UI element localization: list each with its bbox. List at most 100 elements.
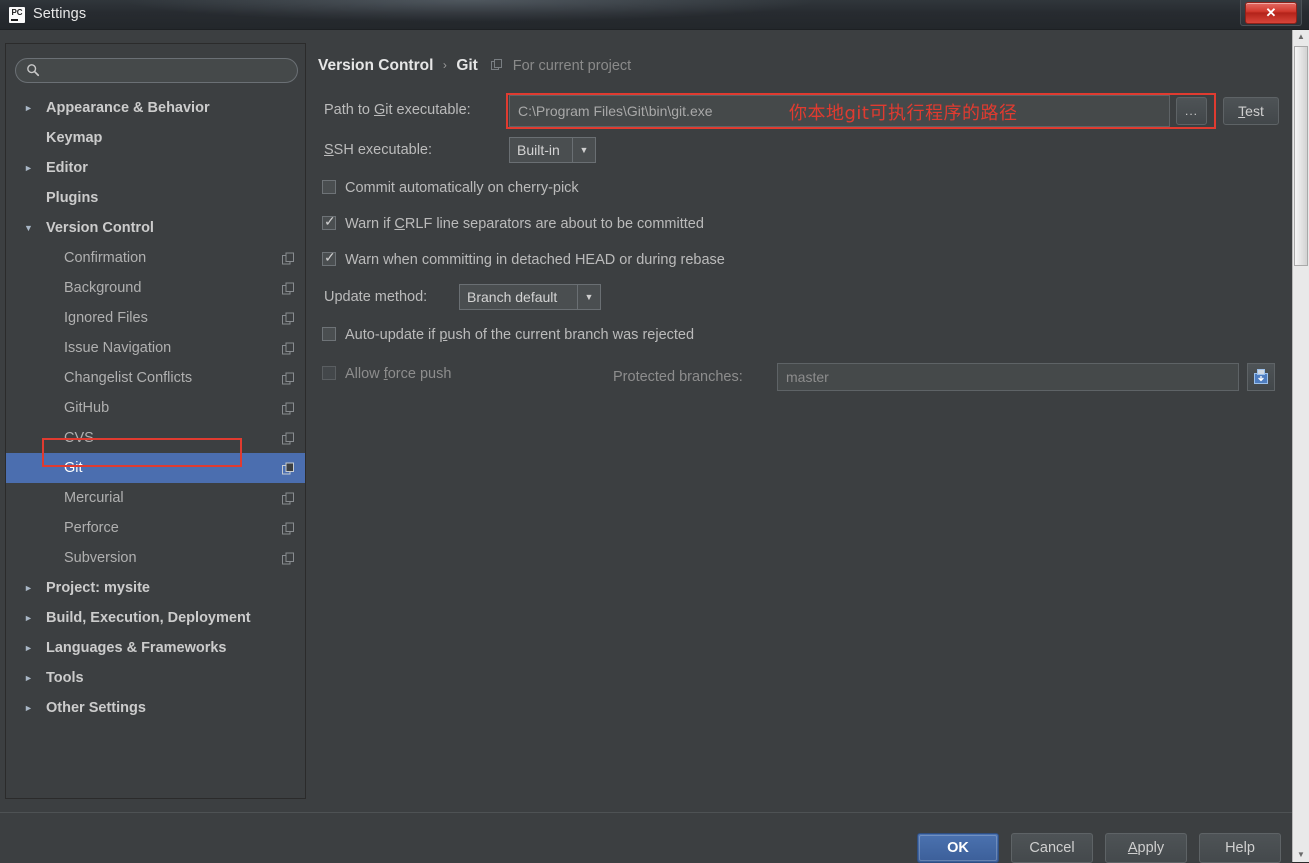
sidebar-item-other-settings[interactable]: ► Other Settings [6,693,305,723]
sidebar-item-languages-frameworks[interactable]: ► Languages & Frameworks [6,633,305,663]
chevron-right-icon[interactable]: ► [24,663,36,693]
auto-update-checkbox-row[interactable]: Auto-update if push of the current branc… [312,324,1012,346]
sidebar-item-project-mysite[interactable]: ► Project: mysite [6,573,305,603]
project-scope-icon [282,282,294,295]
sidebar-item-label: Build, Execution, Deployment [46,610,251,626]
cherry-pick-checkbox[interactable] [322,180,336,194]
search-icon [27,64,40,77]
expand-editor-icon[interactable] [1247,363,1275,391]
sidebar-item-issue-navigation[interactable]: Issue Navigation [6,333,305,363]
settings-sidebar: ► Appearance & Behavior Keymap ► Editor Plugi… [5,43,306,799]
sidebar-item-appearance-behavior[interactable]: ► Appearance & Behavior [6,93,305,123]
close-icon[interactable]: ✕ [1245,2,1297,24]
chevron-right-icon[interactable]: ► [24,93,36,123]
sidebar-item-label: CVS [64,430,94,446]
sidebar-item-label: Project: mysite [46,580,150,596]
title-bar: PC Settings ✕ [0,0,1309,30]
sidebar-item-cvs[interactable]: CVS [6,423,305,453]
browse-path-button[interactable]: ... [1176,97,1207,125]
sidebar-item-label: Plugins [46,190,99,206]
chevron-right-icon[interactable]: ► [24,633,36,663]
scroll-up-arrow[interactable]: ▲ [1294,30,1308,44]
chevron-down-icon[interactable]: ▼ [577,285,600,309]
sidebar-item-label: Mercurial [64,490,124,506]
sidebar-item-editor[interactable]: ► Editor [6,153,305,183]
sidebar-item-ignored-files[interactable]: Ignored Files [6,303,305,333]
breadcrumb: Version Control › Git For current projec… [318,57,631,79]
cherry-pick-checkbox-row[interactable]: Commit automatically on cherry-pick [312,177,912,199]
sidebar-item-version-control[interactable]: ▼ Version Control [6,213,305,243]
ssh-label: SSH executable: [324,142,433,158]
sidebar-item-label: Issue Navigation [64,340,172,356]
project-scope-icon [282,402,294,415]
detached-head-checkbox-row[interactable]: ✓ Warn when committing in detached HEAD … [312,249,1012,271]
breadcrumb-root[interactable]: Version Control [318,57,433,74]
project-scope-icon [282,252,294,265]
chevron-right-icon[interactable]: ► [24,153,36,183]
scrollbar-thumb[interactable] [1294,46,1308,266]
sidebar-item-changelist-conflicts[interactable]: Changelist Conflicts [6,363,305,393]
crlf-checkbox-row[interactable]: ✓ Warn if CRLF line separators are about… [312,213,1012,235]
settings-tree[interactable]: ► Appearance & Behavior Keymap ► Editor Plugi… [6,93,305,798]
detached-head-label: Warn when committing in detached HEAD or… [345,252,725,268]
project-scope-icon [282,372,294,385]
sidebar-item-label: Other Settings [46,700,146,716]
update-method-combo[interactable]: Branch default ▼ [459,284,601,310]
project-scope-icon [282,312,294,325]
sidebar-item-github[interactable]: GitHub [6,393,305,423]
annotation-path-note: 你本地git可执行程序的路径 [789,103,1018,124]
project-scope-icon [282,552,294,565]
crlf-checkbox[interactable]: ✓ [322,214,336,230]
sidebar-item-label: Tools [46,670,84,686]
force-push-row: Allow force push Protected branches: mas… [312,360,1284,391]
sidebar-item-label: Subversion [64,550,137,566]
detached-head-checkbox[interactable]: ✓ [322,250,336,266]
window-scrollbar[interactable]: ▲ ▼ [1292,30,1309,862]
project-scope-icon [282,432,294,445]
allow-force-push-checkbox[interactable] [322,366,336,380]
sidebar-item-tools[interactable]: ► Tools [6,663,305,693]
sidebar-item-label: Version Control [46,220,154,236]
search-box-wrapper [15,58,298,83]
help-button[interactable]: Help [1199,833,1281,863]
apply-button[interactable]: Apply [1105,833,1187,863]
chevron-down-icon[interactable]: ▼ [572,138,595,162]
protected-branches-label: Protected branches: [613,369,743,385]
sidebar-item-label: Git [64,460,83,476]
chevron-down-icon[interactable]: ▼ [24,213,36,243]
ssh-row: SSH executable: Built-in ▼ [312,136,912,166]
sidebar-item-build-execution-deployment[interactable]: ► Build, Execution, Deployment [6,603,305,633]
ssh-executable-combo[interactable]: Built-in ▼ [509,137,596,163]
sidebar-item-background[interactable]: Background [6,273,305,303]
title-bar-glow [120,0,820,22]
sidebar-item-label: Keymap [46,130,103,146]
chevron-right-icon[interactable]: ► [24,693,36,723]
test-git-button[interactable]: Test [1223,97,1279,125]
auto-update-checkbox[interactable] [322,327,336,341]
sidebar-item-plugins[interactable]: Plugins [6,183,305,213]
sidebar-item-keymap[interactable]: Keymap [6,123,305,153]
sidebar-item-git[interactable]: Git [6,453,305,483]
project-scope-icon [282,342,294,355]
project-scope-icon [282,492,294,505]
chevron-right-icon[interactable]: ► [24,573,36,603]
settings-detail-panel: Version Control › Git For current projec… [312,43,1284,799]
sidebar-item-perforce[interactable]: Perforce [6,513,305,543]
sidebar-item-label: GitHub [64,400,110,416]
ssh-executable-value: Built-in [517,142,560,158]
cancel-button[interactable]: Cancel [1011,833,1093,863]
sidebar-item-mercurial[interactable]: Mercurial [6,483,305,513]
protected-branches-input[interactable]: master [777,363,1239,391]
auto-update-label: Auto-update if push of the current branc… [345,327,695,343]
dialog-content: ► Appearance & Behavior Keymap ► Editor Plugi… [0,30,1292,863]
scroll-down-arrow[interactable]: ▼ [1294,848,1308,862]
chevron-right-icon[interactable]: ► [24,603,36,633]
ok-button[interactable]: OK [917,833,999,863]
breadcrumb-current: Git [456,57,478,74]
sidebar-item-subversion[interactable]: Subversion [6,543,305,573]
sidebar-item-label: Editor [46,160,88,176]
sidebar-item-confirmation[interactable]: Confirmation [6,243,305,273]
search-input[interactable] [45,61,293,82]
sidebar-item-label: Appearance & Behavior [46,100,210,116]
pycharm-icon: PC [9,7,25,23]
